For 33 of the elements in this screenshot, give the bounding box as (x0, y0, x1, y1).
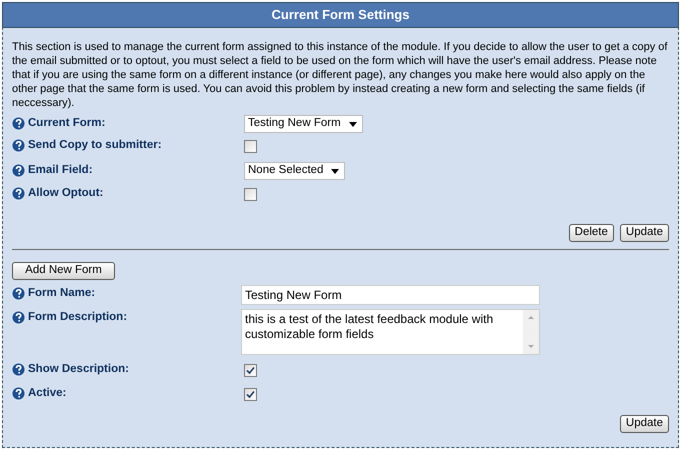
help-icon[interactable] (12, 311, 25, 324)
add-new-form-button[interactable]: Add New Form (12, 262, 115, 280)
section-title: Current Form Settings (272, 6, 410, 24)
field-label: Send Copy to submitter: (28, 138, 162, 153)
help-icon[interactable] (12, 187, 25, 200)
help-icon[interactable] (12, 164, 25, 178)
input-field[interactable]: Testing New Form (241, 285, 540, 305)
help-icon[interactable] (12, 387, 25, 400)
help-icon[interactable] (12, 117, 25, 130)
scrollbar-icon[interactable] (523, 310, 539, 354)
help-icon[interactable] (12, 287, 25, 300)
help-icon[interactable] (12, 363, 25, 376)
description-text: This section is used to manage the current form assigned to this instance of the module. If you decide to allow the user to get a copy of the email submitted or to optout, you must select a field to be used on the form which will have the user's email address. Please note that if you are using the same form on a different instance (or different page), any changes you make here would also apply on the other page that the same form is used. You can avoid this problem by instead creating a new form and selecting the same fields (if neccessary). (12, 40, 668, 110)
field-label: Active: (28, 386, 66, 401)
field-label: Form Description: (28, 310, 128, 325)
field-label: Email Field: (28, 163, 93, 178)
caret-icon (331, 168, 340, 174)
caret-icon (348, 122, 357, 126)
field-label: Show Description: (28, 362, 129, 377)
field-label: Current Form: (28, 116, 106, 131)
checkbox[interactable] (244, 388, 257, 401)
action-button[interactable]: Delete (568, 224, 614, 242)
dropdown[interactable]: Testing New Form (244, 115, 363, 133)
checkbox[interactable] (244, 364, 257, 377)
field-label: Form Name: (28, 286, 96, 301)
action-button[interactable]: Update (620, 224, 669, 242)
checkbox[interactable] (244, 140, 257, 153)
action-button[interactable]: Update (620, 415, 669, 433)
dropdown[interactable]: None Selected (244, 162, 346, 180)
text-area[interactable]: this is a test of the latest feedback module with customizable form fields (241, 309, 540, 355)
help-icon[interactable] (12, 139, 25, 152)
field-label: Allow Optout: (28, 186, 104, 201)
checkbox[interactable] (244, 188, 257, 201)
